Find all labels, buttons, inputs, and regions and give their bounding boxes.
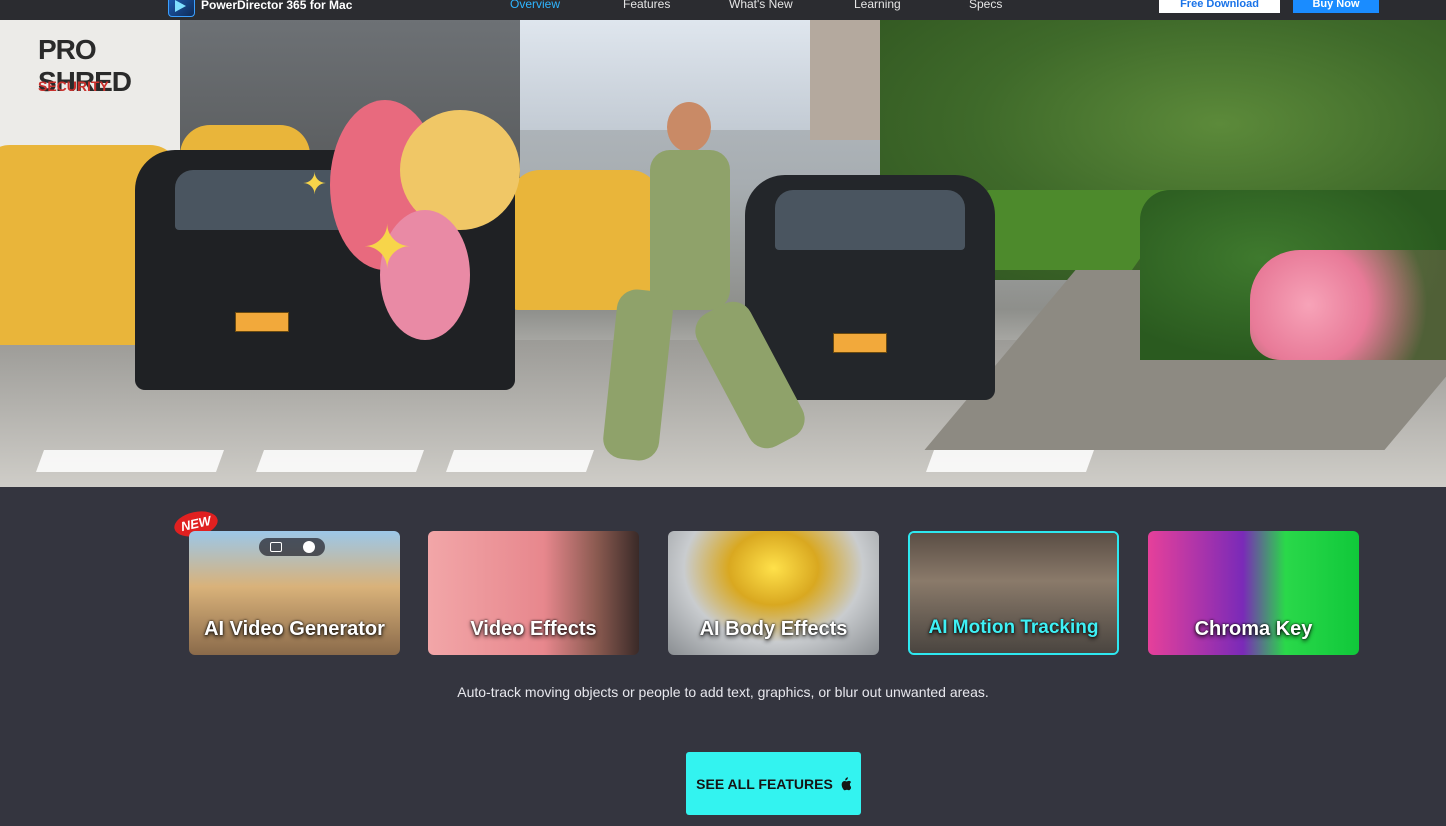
feature-description: Auto-track moving objects or people to a… (457, 684, 989, 700)
crosswalk-stripe (445, 450, 595, 472)
feature-card-ai-motion-tracking[interactable]: AI Motion Tracking (908, 531, 1119, 655)
feature-card-chroma-key[interactable]: Chroma Key (1148, 531, 1359, 655)
card-title: AI Video Generator (204, 618, 385, 640)
hero-video[interactable]: PRO SHRED SECURITY ✦ ✦ (0, 20, 1446, 487)
media-toggle (259, 538, 325, 556)
crosswalk-stripe (255, 450, 425, 472)
nav-link-learning[interactable]: Learning (854, 0, 901, 11)
card-title: AI Motion Tracking (928, 617, 1099, 638)
buy-now-button[interactable]: Buy Now (1293, 0, 1379, 13)
card-title: Chroma Key (1194, 618, 1313, 640)
apple-icon (841, 776, 851, 790)
cta-label: SEE ALL FEATURES (696, 775, 833, 792)
free-download-button[interactable]: Free Download (1159, 0, 1280, 13)
crosswalk-stripe (925, 450, 1095, 472)
license-plate (235, 312, 289, 332)
feature-card-ai-body-effects[interactable]: AI Body Effects (668, 531, 879, 655)
play-icon (302, 541, 315, 553)
nav-link-overview[interactable]: Overview (510, 0, 560, 11)
car-honda (745, 175, 995, 400)
powerdirector-logo-icon (168, 0, 195, 17)
top-navigation: PowerDirector 365 for Mac Overview Featu… (0, 0, 1446, 20)
feature-card-ai-video-generator[interactable]: AI Video Generator (189, 531, 400, 655)
license-plate (833, 333, 887, 353)
brand[interactable]: PowerDirector 365 for Mac (168, 0, 352, 17)
card-title: AI Body Effects (699, 618, 848, 640)
star-balloon-small: ✦ (302, 168, 328, 201)
nav-link-features[interactable]: Features (623, 0, 670, 11)
brand-name: PowerDirector 365 for Mac (201, 0, 353, 12)
nav-link-specs[interactable]: Specs (969, 0, 1002, 11)
car-windshield (775, 190, 965, 250)
nav-link-whats-new[interactable]: What's New (729, 0, 793, 11)
star-balloon: ✦ (362, 214, 413, 281)
dancer-head (667, 102, 711, 152)
feature-cards: AI Video Generator Video Effects AI Body… (0, 531, 1446, 655)
card-title: Video Effects (470, 618, 597, 640)
crosswalk-stripe (35, 450, 225, 472)
hero-flowers (1250, 250, 1446, 360)
image-icon (269, 542, 282, 552)
dancer-body (650, 150, 730, 310)
sign-text-bottom: SECURITY (38, 78, 109, 94)
see-all-features-button[interactable]: SEE ALL FEATURES (686, 752, 861, 815)
feature-card-video-effects[interactable]: Video Effects (428, 531, 639, 655)
